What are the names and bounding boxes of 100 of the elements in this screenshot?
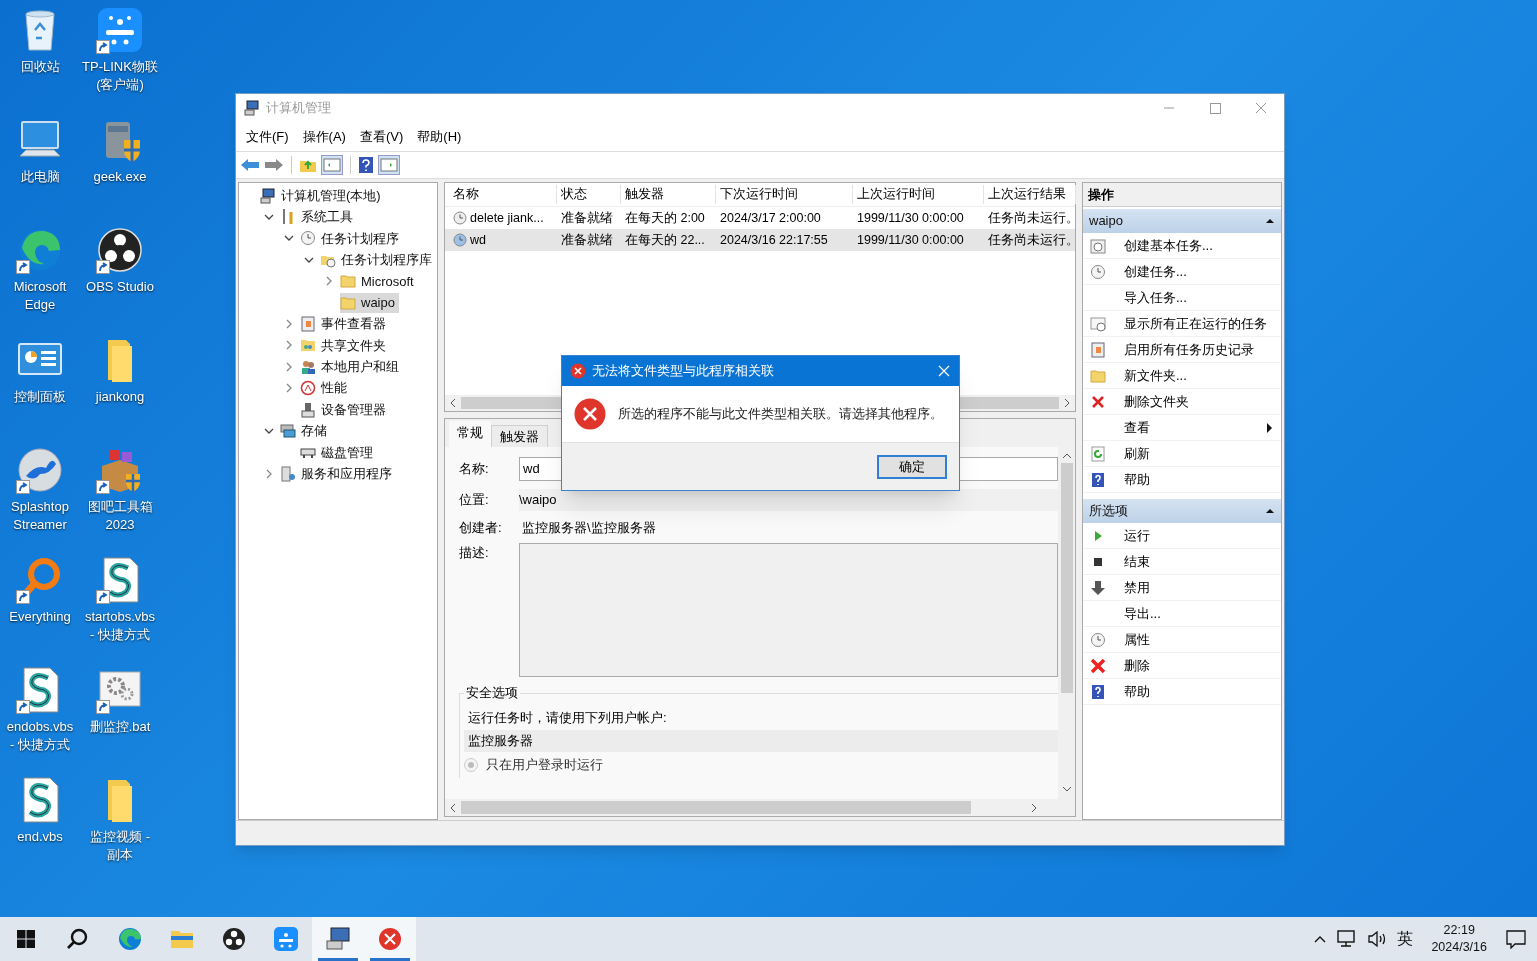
- down-arrow-icon: [1090, 579, 1106, 596]
- back-arrow-icon[interactable]: [240, 157, 260, 173]
- menu-item[interactable]: 帮助(H): [411, 126, 468, 147]
- action-item[interactable]: 删除: [1083, 653, 1281, 679]
- scrollbar-thumb[interactable]: [461, 801, 971, 814]
- tab[interactable]: 常规: [449, 421, 491, 447]
- shortcut-arrow-icon: [96, 480, 110, 494]
- help-icon[interactable]: [358, 156, 374, 174]
- tree-item[interactable]: Microsoft: [340, 271, 418, 292]
- input-method-indicator[interactable]: 英: [1397, 927, 1414, 951]
- dialog-title: 无法将文件类型与此程序相关联: [592, 362, 774, 381]
- scrollbar-thumb[interactable]: [1060, 463, 1073, 693]
- action-item[interactable]: 帮助: [1083, 679, 1281, 705]
- action-item[interactable]: 帮助: [1083, 467, 1281, 493]
- desktop-icon-label[interactable]: Microsoft Edge: [0, 278, 80, 314]
- tree-item[interactable]: 任务计划程序: [300, 228, 403, 249]
- computer-icon: [244, 100, 260, 116]
- tree-item[interactable]: 系统工具: [280, 207, 357, 228]
- field-label: 名称:: [459, 460, 490, 479]
- section-header[interactable]: waipo: [1083, 209, 1281, 233]
- menu-item[interactable]: 查看(V): [353, 126, 410, 147]
- action-item[interactable]: 创建任务...: [1083, 259, 1281, 285]
- menu-item[interactable]: 文件(F): [240, 126, 295, 147]
- description-field[interactable]: [519, 543, 1058, 677]
- action-item[interactable]: 禁用: [1083, 575, 1281, 601]
- desktop-icon-label[interactable]: Splashtop Streamer: [0, 498, 80, 534]
- tree-item[interactable]: 计算机管理(本地): [260, 185, 385, 206]
- computer-icon: [325, 926, 351, 952]
- tree-item[interactable]: 磁盘管理: [300, 442, 377, 463]
- desktop-icon-label[interactable]: 控制面板: [0, 388, 80, 406]
- ok-button[interactable]: 确定: [877, 454, 947, 479]
- tree-item[interactable]: 服务和应用程序: [280, 463, 396, 484]
- shortcut-arrow-icon: [16, 700, 30, 714]
- table-cell-text: 1999/11/30 0:00:00: [857, 231, 964, 249]
- task-row[interactable]: wd 准备就绪 在每天的 22... 2024/3/16 22:17:55 1999/11/30 0:00:00 任务尚未运行。: [445, 229, 1075, 251]
- desktop-icon-label[interactable]: TP-LINK物联 (客户端): [80, 58, 160, 94]
- tree-item[interactable]: 事件查看器: [300, 314, 390, 335]
- action-item[interactable]: 显示所有正在运行的任务: [1083, 311, 1281, 337]
- desktop-icon-label[interactable]: end.vbs: [0, 828, 80, 846]
- column-header[interactable]: 名称: [449, 185, 557, 204]
- desktop-icon-label[interactable]: 图吧工具箱 2023: [80, 498, 160, 534]
- desktop-icon-label[interactable]: Everything: [0, 608, 80, 626]
- computer-icon: [260, 187, 276, 204]
- network-icon[interactable]: [1337, 930, 1358, 948]
- desktop-icon-label[interactable]: 监控视频 - 副本: [80, 828, 160, 864]
- action-item[interactable]: 查看: [1083, 415, 1281, 441]
- shortcut-arrow-icon: [96, 40, 110, 54]
- tree-item[interactable]: 存储: [280, 421, 331, 441]
- volume-icon[interactable]: [1367, 930, 1388, 948]
- action-item[interactable]: 运行: [1083, 523, 1281, 549]
- shared-folder-icon: [300, 337, 316, 354]
- desktop-icon-label[interactable]: 回收站: [0, 58, 80, 76]
- desktop-icon-label[interactable]: 删监控.bat: [80, 718, 160, 736]
- collapse-triangle-icon[interactable]: [1265, 216, 1275, 226]
- forward-arrow-icon[interactable]: [264, 157, 284, 173]
- table-cell-text: 准备就绪: [561, 231, 613, 249]
- action-item[interactable]: 结束: [1083, 549, 1281, 575]
- desktop-icon-label[interactable]: geek.exe: [80, 168, 160, 186]
- folder-icon: [1090, 367, 1106, 384]
- desktop-icon-label[interactable]: endobs.vbs - 快捷方式: [0, 718, 80, 754]
- column-header[interactable]: 状态: [557, 185, 621, 204]
- shortcut-arrow-icon: [16, 480, 30, 494]
- tree-item[interactable]: 任务计划程序库: [320, 249, 436, 270]
- clock-icon: [453, 211, 467, 225]
- action-item[interactable]: 导出...: [1083, 601, 1281, 627]
- error-icon: [570, 363, 586, 379]
- tab[interactable]: 触发器: [491, 425, 548, 447]
- action-item[interactable]: 导入任务...: [1083, 285, 1281, 311]
- taskbar-button[interactable]: [312, 917, 364, 961]
- table-cell-text: 2024/3/17 2:00:00: [720, 209, 821, 227]
- shortcut-arrow-icon: [96, 260, 110, 274]
- pane-toggle-icon[interactable]: [321, 155, 343, 175]
- pane-toggle-icon[interactable]: [378, 155, 400, 175]
- action-item[interactable]: 删除文件夹: [1083, 389, 1281, 415]
- desktop-icon-label[interactable]: 此电脑: [0, 168, 80, 186]
- action-item[interactable]: 创建基本任务...: [1083, 233, 1281, 259]
- dialog-message: 所选的程序不能与此文件类型相关联。请选择其他程序。: [618, 405, 943, 423]
- menu-item[interactable]: 操作(A): [296, 126, 352, 147]
- desktop-icon-label[interactable]: startobs.vbs - 快捷方式: [80, 608, 160, 644]
- action-item[interactable]: 刷新: [1083, 441, 1281, 467]
- column-header[interactable]: 触发器: [621, 185, 716, 204]
- clock[interactable]: 22:19 2024/3/16: [1431, 922, 1487, 956]
- collapse-triangle-icon[interactable]: [1265, 506, 1275, 516]
- column-header[interactable]: 上次运行时间: [853, 185, 984, 204]
- tree-item[interactable]: 共享文件夹: [300, 335, 390, 356]
- action-item[interactable]: 启用所有任务历史记录: [1083, 337, 1281, 363]
- desktop-icon-label[interactable]: jiankong: [80, 388, 160, 406]
- action-item[interactable]: 新文件夹...: [1083, 363, 1281, 389]
- location-value: \waipo: [519, 489, 1058, 511]
- notification-icon[interactable]: [1505, 929, 1527, 949]
- tree-item[interactable]: 性能: [300, 378, 351, 399]
- column-header[interactable]: 下次运行时间: [716, 185, 853, 204]
- tree-item[interactable]: 本地用户和组: [300, 356, 403, 377]
- app-icon: [273, 926, 299, 952]
- section-header[interactable]: 所选项: [1083, 499, 1281, 523]
- tree-item[interactable]: waipo: [340, 292, 399, 313]
- action-item[interactable]: 属性: [1083, 627, 1281, 653]
- tree-item[interactable]: 设备管理器: [300, 399, 390, 420]
- desktop-icon-label[interactable]: OBS Studio: [80, 278, 160, 296]
- column-header[interactable]: 上次运行结果: [984, 185, 1076, 204]
